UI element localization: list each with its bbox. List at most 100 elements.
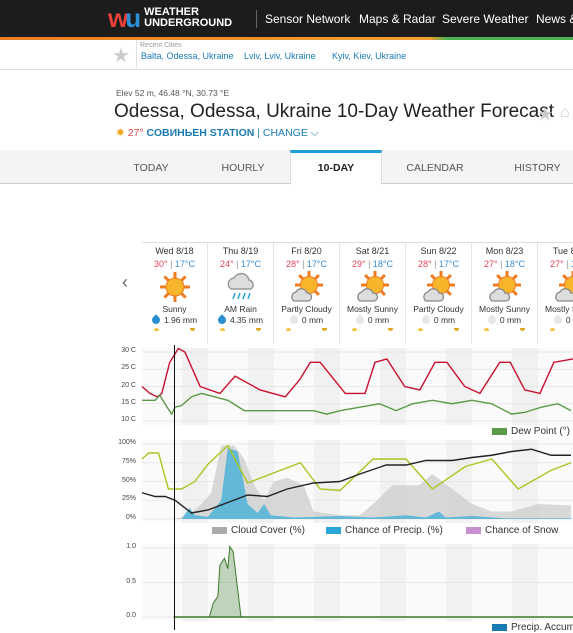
high-temp: 27° [484,259,498,269]
y-tick-label: 30 C [110,347,136,354]
high-temp: 27° [550,259,564,269]
current-temp: 27° [128,127,144,139]
day-temps: 29° | 18°C [340,259,405,269]
condition: Mostly Sunny [472,304,537,314]
legend-label: Chance of Precip. (%) [345,525,443,536]
forecast-day[interactable]: Sat 8/21 29° | 18°C Mostly Sunny 0 mm [340,243,406,344]
low-temp: 18°C [373,259,393,269]
nav-sensor-network[interactable]: Sensor Network [265,12,350,26]
sunny-icon [142,271,207,303]
condition: Sunny [142,304,207,314]
partly-cloudy-icon [538,271,573,303]
sun-rise-set-icons [274,328,339,334]
sun-rise-set-icons [538,328,573,334]
y-tick-label: 20 C [110,382,136,389]
sun-rise-set-icons [406,328,471,334]
home-icon[interactable]: ⌂ [560,104,570,122]
day-temps: 24° | 17°C [208,259,273,269]
y-tick-label: 100% [110,439,136,446]
low-temp: 17°C [439,259,459,269]
partly-cloudy-icon [340,271,405,303]
day-label: Wed 8/18 [142,246,207,256]
forecast-day[interactable]: Sun 8/22 28° | 17°C Partly Cloudy 0 mm [406,243,472,344]
high-temp: 29° [352,259,366,269]
top-nav: wu WEATHERUNDERGROUND Sensor Network Map… [0,0,573,38]
legend-item[interactable]: Precip. Accum. [492,622,573,633]
legend-item[interactable]: Chance of Precip. (%) [326,525,443,536]
recent-cities-label: Recent Cities [140,42,182,49]
favorite-star-icon[interactable]: ★ [112,43,130,68]
nav-divider [256,10,257,28]
high-temp: 30° [154,259,168,269]
tab-today[interactable]: TODAY [106,150,196,184]
partly-cloudy-icon [274,271,339,303]
day-temps: 30° | 17°C [142,259,207,269]
tab-10-day[interactable]: 10-DAY [290,150,382,185]
partly-cloudy-icon [406,271,471,303]
day-label: Thu 8/19 [208,246,273,256]
condition: Partly Cloudy [274,304,339,314]
precip-amount: 1.96 mm [142,315,207,325]
raindrop-icon [486,314,497,325]
change-station-button[interactable]: | CHANGE ⌵ [257,127,318,139]
station-line: ✹ 27° СОВИНЬЕН STATION | CHANGE ⌵ [116,127,319,140]
raindrop-icon [552,314,563,325]
partly-cloudy-icon [472,271,537,303]
precip-value: 1.96 mm [164,315,197,325]
wu-logo-icon: wu [108,5,138,31]
station-name[interactable]: СОВИНЬЕН STATION [147,127,255,139]
elevation-coordinates: Elev 52 m, 46.48 °N, 30.73 °E [116,88,229,98]
day-label: Tue 8/24 [538,246,573,256]
nav-severe-weather[interactable]: Severe Weather [442,12,529,26]
wu-logo[interactable]: wu WEATHERUNDERGROUND [108,5,232,31]
nav-maps-radar[interactable]: Maps & Radar [359,12,436,26]
chevron-down-icon: ⌵ [311,127,319,139]
precip-value: 0 mm [566,315,573,325]
legend-swatch [326,527,341,534]
low-temp: 17°C [175,259,195,269]
legend-label: Chance of Snow [485,525,558,536]
tab-history[interactable]: HISTORY [490,150,573,184]
y-tick-label: 15 C [110,399,136,406]
day-temps: 28° | 17°C [274,259,339,269]
recent-city-link[interactable]: Balta, Odessa, Ukraine [141,51,234,61]
legend-item[interactable]: Chance of Snow [466,525,558,536]
legend-swatch [466,527,481,534]
rain-icon [208,271,273,303]
sun-rise-set-icons [472,328,537,334]
forecast-tabs: TODAY HOURLY 10-DAY CALENDAR HISTORY [0,150,573,184]
precip-amount: 0 mm [406,315,471,325]
forecast-day[interactable]: Mon 8/23 27° | 18°C Mostly Sunny 0 mm [472,243,538,344]
day-temps: 28° | 17°C [406,259,471,269]
forecast-charts [0,340,573,630]
y-tick-label: 0.5 [110,578,136,585]
forecast-day[interactable]: Wed 8/18 30° | 17°C Sunny 1.96 mm [142,243,208,344]
forecast-day[interactable]: Tue 8/24 27° | 18°C Mostly Sunny 0 mm [538,243,573,344]
current-time-line [174,345,175,630]
precip-value: 0 mm [434,315,455,325]
day-label: Fri 8/20 [274,246,339,256]
favorite-star-icon[interactable]: ★ [537,104,553,125]
legend-item[interactable]: Cloud Cover (%) [212,525,305,536]
raindrop-icon [216,314,227,325]
nav-news[interactable]: News & [536,12,573,26]
page-title: Odessa, Odessa, Ukraine 10-Day Weather F… [114,101,554,123]
tab-calendar[interactable]: CALENDAR [382,150,488,184]
high-temp: 28° [286,259,300,269]
forecast-day[interactable]: Fri 8/20 28° | 17°C Partly Cloudy 0 mm [274,243,340,344]
logo-text-bottom: UNDERGROUND [144,18,232,29]
day-label: Sat 8/21 [340,246,405,256]
precip-value: 4.35 mm [230,315,263,325]
recent-city-link[interactable]: Lviv, Lviv, Ukraine [244,51,316,61]
forecast-day[interactable]: Thu 8/19 24° | 17°C AM Rain 4.35 mm [208,243,274,344]
low-temp: 18°C [505,259,525,269]
chevron-left-icon[interactable]: ‹ [122,272,128,293]
sun-icon: ✹ [116,127,125,139]
precip-amount: 0 mm [340,315,405,325]
tab-hourly[interactable]: HOURLY [197,150,289,184]
recent-city-link[interactable]: Kyiv, Kiev, Ukraine [332,51,406,61]
y-tick-label: 0.0 [110,612,136,619]
legend-item[interactable]: Dew Point (°) [492,426,570,437]
y-tick-label: 75% [110,458,136,465]
legend-swatch [492,428,507,435]
